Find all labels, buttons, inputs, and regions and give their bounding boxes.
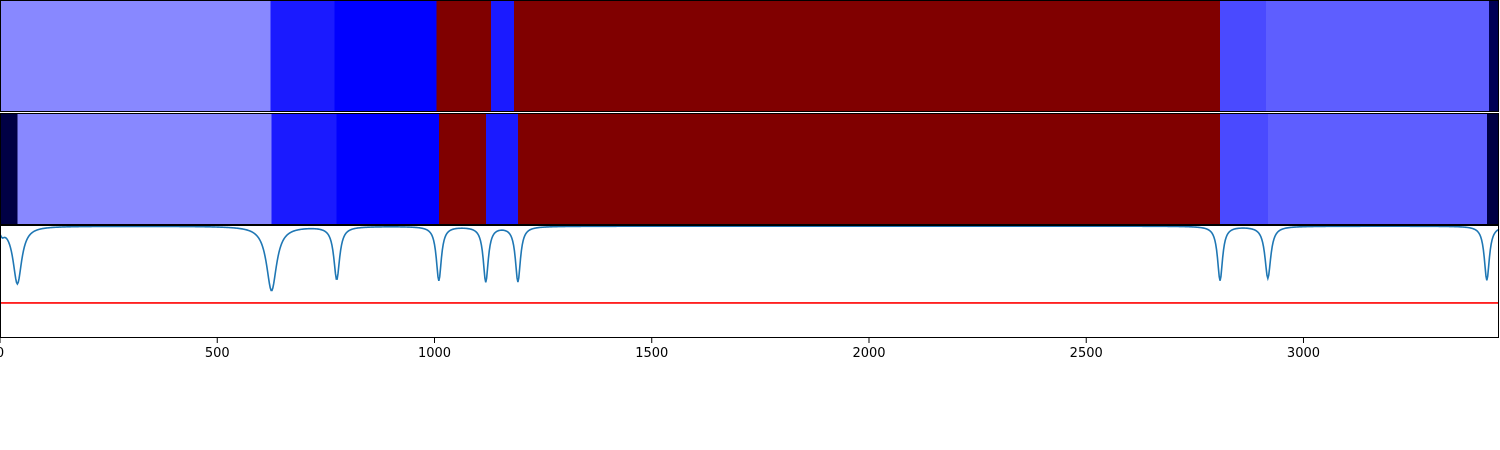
line-panel-background <box>0 225 1499 338</box>
segment-bottom-1 <box>17 113 272 225</box>
segment-bottom-6 <box>517 113 1221 225</box>
x-tick-label: 2000 <box>852 346 885 361</box>
segment-bottom-9 <box>1486 113 1499 225</box>
segment-top-0 <box>0 0 271 112</box>
segment-panel-bottom <box>0 112 1499 225</box>
segment-bottom-4 <box>438 113 486 225</box>
segment-top-4 <box>490 0 515 112</box>
segment-top-5 <box>514 0 1221 112</box>
score-line-panel <box>0 225 1500 338</box>
segment-top-7 <box>1266 0 1490 112</box>
x-tick-label: 0 <box>0 346 4 361</box>
x-tick-label: 3000 <box>1287 346 1320 361</box>
x-tick-label: 1000 <box>418 346 451 361</box>
segment-top-2 <box>334 0 437 112</box>
segment-top-3 <box>436 0 491 112</box>
segment-bottom-2 <box>271 113 337 225</box>
segment-bottom-3 <box>336 113 439 225</box>
segment-bottom-5 <box>485 113 518 225</box>
segment-panel-top <box>0 0 1499 112</box>
x-tick-label: 2500 <box>1070 346 1103 361</box>
segment-top-8 <box>1489 0 1499 112</box>
segmentation-chart: 0 500 1000 1500 2000 2500 3000 <box>0 0 1500 361</box>
segment-bottom-0 <box>0 113 18 225</box>
x-axis: 0 500 1000 1500 2000 2500 3000 <box>0 338 1320 361</box>
segment-bottom-7 <box>1220 113 1268 225</box>
segment-top-6 <box>1220 0 1267 112</box>
segment-top-1 <box>270 0 335 112</box>
x-tick-label: 1500 <box>635 346 668 361</box>
x-tick-label: 500 <box>205 346 230 361</box>
segment-bottom-8 <box>1267 113 1487 225</box>
